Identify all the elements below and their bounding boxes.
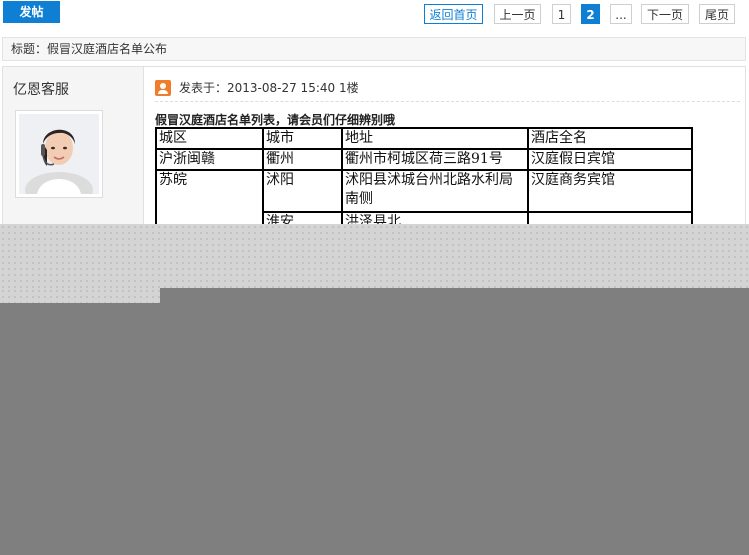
meta-divider: [155, 101, 740, 102]
loading-overlay-dark-bottom: [0, 303, 160, 555]
table-cell: 汉庭假日宾馆: [527, 148, 693, 171]
table-header-cell: 地址: [341, 127, 529, 150]
post-button[interactable]: 发帖: [3, 1, 60, 23]
next-page-link[interactable]: 下一页: [641, 4, 689, 24]
thread-title: 标题：假冒汉庭酒店名单公布: [2, 37, 746, 61]
post-meta-text: 发表于：2013-08-27 15:40 1楼: [179, 81, 359, 95]
author-name[interactable]: 亿恩客服: [13, 79, 69, 99]
last-page-link[interactable]: 尾页: [699, 4, 735, 24]
table-cell: 汉庭商务宾馆: [527, 169, 693, 213]
avatar[interactable]: [15, 110, 103, 208]
post-intro: 假冒汉庭酒店名单列表，请会员们仔细辨别哦: [155, 113, 396, 127]
user-icon: [155, 79, 171, 96]
table-header-cell: 城市: [262, 127, 343, 150]
table-header-cell: 酒店全名: [527, 127, 693, 150]
post-meta: 发表于：2013-08-27 15:40 1楼: [155, 79, 359, 97]
table-cell: 沪浙闽赣: [155, 148, 264, 171]
table-cell: 衢州: [262, 148, 343, 171]
prev-page-link[interactable]: 上一页: [494, 4, 541, 24]
table-cell: 沭阳: [262, 169, 343, 213]
loading-overlay-left: [0, 288, 160, 303]
back-to-home-link[interactable]: 返回首页: [424, 4, 483, 24]
pagination-ellipsis: ...: [610, 4, 632, 24]
table-header-row: 城区 城市 地址 酒店全名: [155, 127, 693, 150]
table-row: 苏皖 沭阳 沭阳县沭城台州北路水利局南侧 汉庭商务宾馆: [155, 169, 693, 234]
page-link-1[interactable]: 1: [552, 4, 571, 24]
page-link-2-current[interactable]: 2: [581, 4, 600, 24]
avatar-image: [19, 114, 99, 208]
table-row: 沪浙闽赣 衢州 衢州市柯城区荷三路91号 汉庭假日宾馆: [155, 148, 693, 171]
top-toolbar: 发帖 返回首页 上一页 1 2 ... 下一页 尾页: [0, 0, 749, 32]
loading-overlay-top: [0, 224, 749, 288]
hotel-table: 城区 城市 地址 酒店全名 沪浙闽赣 衢州 衢州市柯城区荷三路91号 汉庭假日宾…: [155, 127, 693, 234]
table-cell: 沭阳县沭城台州北路水利局南侧: [341, 169, 529, 213]
loading-overlay-dark: [160, 288, 749, 555]
table-cell: 衢州市柯城区荷三路91号: [341, 148, 529, 171]
table-header-cell: 城区: [155, 127, 264, 150]
